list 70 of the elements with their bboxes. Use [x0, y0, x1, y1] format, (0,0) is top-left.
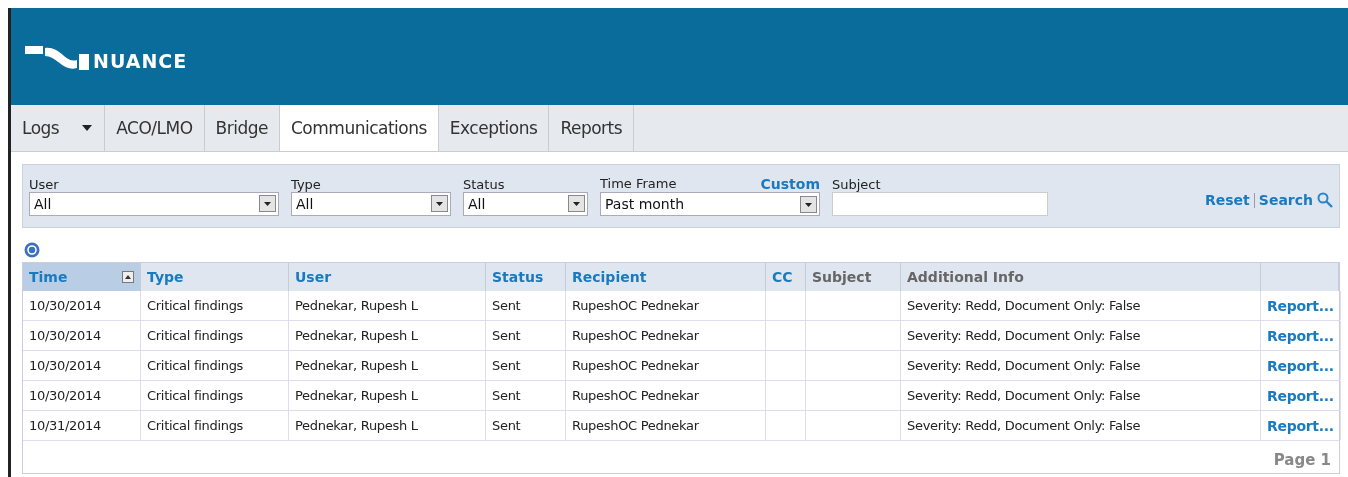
dropdown-button-icon: [431, 195, 448, 212]
dropdown-button-icon: [259, 195, 276, 212]
filter-label: User: [29, 176, 59, 192]
table-cell: RupeshOC Pednekar: [572, 328, 699, 343]
table-cell: Pednekar, Rupesh L: [295, 328, 418, 343]
action-link[interactable]: Reset: [1205, 192, 1250, 208]
report-link[interactable]: Report...: [1267, 357, 1334, 374]
column-header[interactable]: User: [289, 263, 486, 291]
filter-label: Status: [463, 176, 505, 192]
table-cell: 10/30/2014: [29, 328, 101, 343]
table-cell: Pednekar, Rupesh L: [295, 388, 418, 403]
page-indicator: Page 1: [1273, 451, 1331, 469]
column-header[interactable]: Type: [141, 263, 289, 291]
table-cell: Critical findings: [147, 328, 244, 343]
custom-link[interactable]: Custom: [760, 176, 820, 192]
table-cell: Severity: Redd, Document Only: False: [907, 418, 1141, 433]
report-link[interactable]: Report...: [1267, 297, 1334, 314]
tab[interactable]: ACO/LMO: [105, 105, 205, 151]
table-cell: Critical findings: [147, 418, 244, 433]
action-link[interactable]: Search: [1258, 192, 1313, 208]
table-cell: Sent: [492, 328, 521, 343]
dropdown-button-icon: [800, 195, 817, 213]
table-cell: Sent: [492, 358, 521, 373]
table-cell: Critical findings: [147, 388, 244, 403]
table-cell: Critical findings: [147, 298, 244, 313]
table-cell: Sent: [492, 418, 521, 433]
filter-label: Time Frame: [600, 176, 677, 192]
table-cell: RupeshOC Pednekar: [572, 358, 699, 373]
column-header[interactable]: CC: [766, 263, 806, 291]
table-cell: Critical findings: [147, 358, 244, 373]
table-cell: Pednekar, Rupesh L: [295, 358, 418, 373]
table-cell: RupeshOC Pednekar: [572, 418, 699, 433]
help-icon[interactable]: [24, 242, 40, 258]
table-cell: Severity: Redd, Document Only: False: [907, 298, 1141, 313]
report-link[interactable]: Report...: [1267, 327, 1334, 344]
dropdown-field[interactable]: All: [291, 191, 451, 216]
table-cell: RupeshOC Pednekar: [572, 388, 699, 403]
column-header[interactable]: Time: [23, 263, 141, 291]
table-cell: Pednekar, Rupesh L: [295, 418, 418, 433]
column-header: Additional Info: [901, 263, 1261, 291]
table-cell: Severity: Redd, Document Only: False: [907, 388, 1141, 403]
tab[interactable]: Communications: [280, 105, 439, 151]
filter-label: Subject: [832, 176, 881, 192]
table-cell: Pednekar, Rupesh L: [295, 298, 418, 313]
table-cell: Severity: Redd, Document Only: False: [907, 328, 1141, 343]
table-cell: Severity: Redd, Document Only: False: [907, 358, 1141, 373]
report-link[interactable]: Report...: [1267, 387, 1334, 404]
dropdown-field[interactable]: All: [29, 191, 279, 216]
table-cell: 10/31/2014: [29, 418, 101, 433]
table-cell: 10/30/2014: [29, 388, 101, 403]
column-header[interactable]: Recipient: [566, 263, 766, 291]
table-cell: Sent: [492, 298, 521, 313]
dropdown-field[interactable]: All: [463, 191, 588, 216]
search-icon: [1317, 192, 1333, 208]
tab[interactable]: Reports: [549, 105, 635, 151]
table-cell: Sent: [492, 388, 521, 403]
table-cell: 10/30/2014: [29, 298, 101, 313]
logo-text: NUANCE: [93, 49, 188, 72]
column-header[interactable]: Status: [486, 263, 566, 291]
dropdown-button-icon: [568, 195, 585, 212]
tab[interactable]: Exceptions: [438, 105, 550, 151]
tab[interactable]: Logs: [11, 105, 106, 151]
filter-label: Type: [291, 176, 321, 192]
table-cell: 10/30/2014: [29, 358, 101, 373]
column-header: Subject: [806, 263, 901, 291]
sort-icon[interactable]: [122, 271, 134, 283]
report-link[interactable]: Report...: [1267, 417, 1334, 434]
table-cell: RupeshOC Pednekar: [572, 298, 699, 313]
subject-field[interactable]: [832, 191, 1048, 216]
dropdown-field[interactable]: Past month: [600, 192, 820, 216]
